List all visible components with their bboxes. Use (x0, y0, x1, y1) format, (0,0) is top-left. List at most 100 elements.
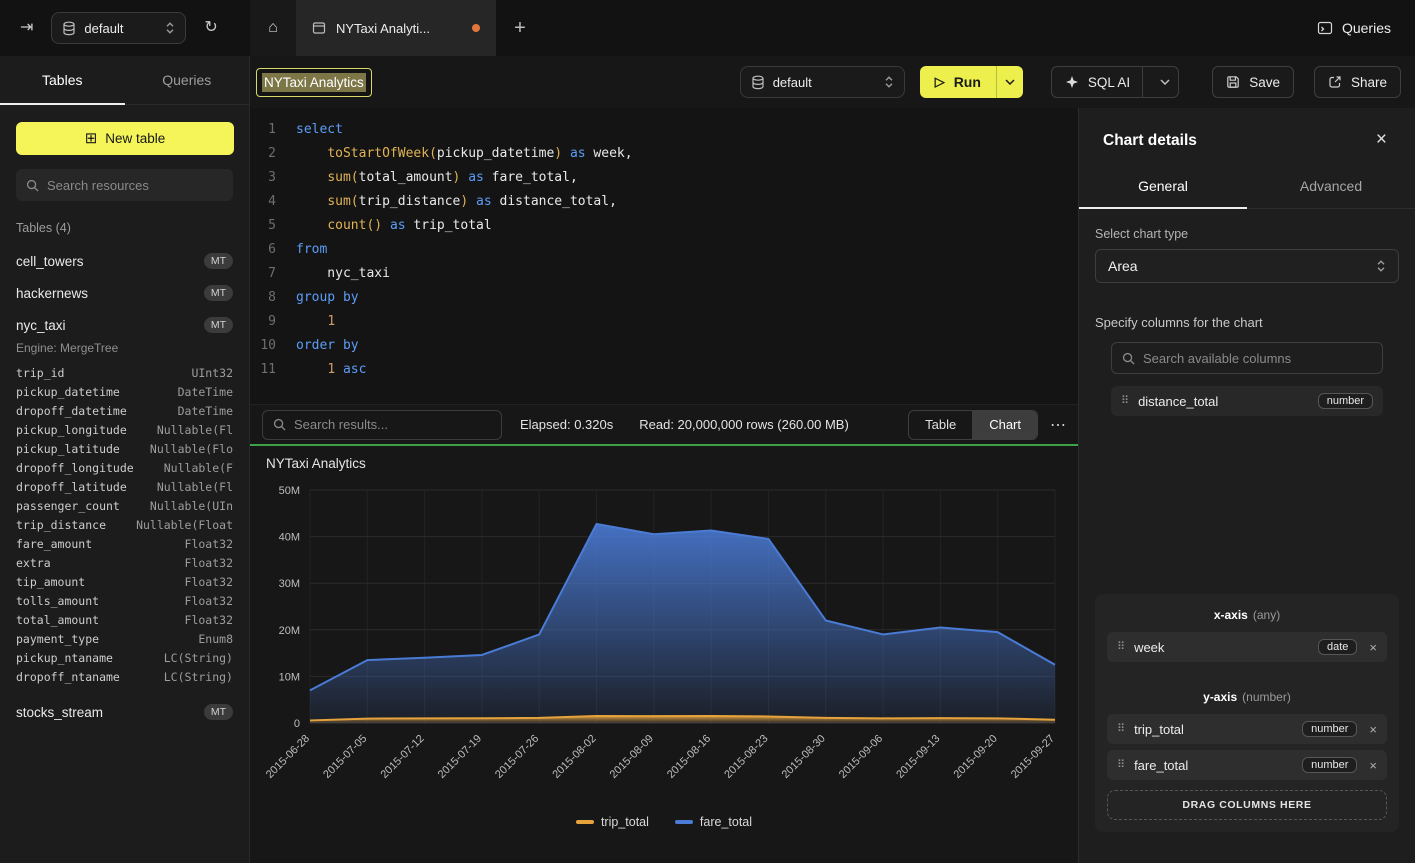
svg-text:2015-08-09: 2015-08-09 (608, 733, 656, 781)
table-column-row[interactable]: passenger_countNullable(UIn (0, 496, 249, 515)
tab-advanced[interactable]: Advanced (1247, 166, 1415, 208)
topbar-database-selector[interactable]: default (51, 12, 186, 44)
x-axis-column-week[interactable]: ⠿ week date × (1107, 632, 1387, 662)
available-column-distance-total[interactable]: ⠿ distance_total number (1111, 386, 1383, 416)
queries-button[interactable]: Queries (1317, 20, 1391, 36)
table-column-row[interactable]: total_amountFloat32 (0, 610, 249, 629)
table-view-button[interactable]: Table (909, 411, 972, 439)
table-column-row[interactable]: dropoff_ntanameLC(String) (0, 667, 249, 686)
query-header: NYTaxi Analytics default ▷ Run SQL A (250, 56, 1415, 108)
save-button[interactable]: Save (1212, 66, 1294, 98)
column-type: LC(String) (164, 670, 233, 684)
updown-chevron-icon (1376, 259, 1386, 273)
drag-handle-icon[interactable]: ⠿ (1121, 396, 1129, 407)
drag-handle-icon[interactable]: ⠿ (1117, 760, 1125, 771)
sql-editor[interactable]: 1select2 toStartOfWeek(pickup_datetime) … (250, 108, 1078, 404)
column-type: LC(String) (164, 651, 233, 665)
sql-ai-options-button[interactable] (1152, 79, 1178, 85)
remove-icon[interactable]: × (1369, 722, 1377, 737)
updown-chevron-icon (165, 21, 175, 35)
sql-ai-label: SQL AI (1088, 75, 1130, 90)
unsaved-changes-dot (472, 24, 480, 32)
chart-type-value: Area (1108, 258, 1138, 274)
home-tab[interactable]: ⌂ (250, 0, 296, 56)
close-icon[interactable]: × (1376, 130, 1387, 149)
tab-general[interactable]: General (1079, 166, 1247, 208)
share-label: Share (1351, 75, 1387, 90)
legend-item-trip_total[interactable]: trip_total (576, 815, 649, 829)
new-tab-button[interactable]: + (496, 0, 544, 56)
chart-view-button[interactable]: Chart (972, 411, 1037, 439)
table-column-row[interactable]: trip_distanceNullable(Float (0, 515, 249, 534)
table-column-row[interactable]: pickup_longitudeNullable(Fl (0, 420, 249, 439)
svg-text:2015-07-05: 2015-07-05 (321, 733, 369, 781)
query-title-input[interactable]: NYTaxi Analytics (256, 68, 372, 97)
drop-zone[interactable]: DRAG COLUMNS HERE (1107, 790, 1387, 820)
svg-text:2015-08-30: 2015-08-30 (780, 733, 828, 781)
legend-label: trip_total (601, 815, 649, 829)
columns-search-input[interactable]: Search available columns (1111, 342, 1383, 374)
refresh-icon[interactable]: ↻ (204, 20, 217, 36)
header-database-selector[interactable]: default (740, 66, 905, 98)
svg-text:2015-09-20: 2015-09-20 (952, 733, 1000, 781)
search-icon (273, 418, 286, 431)
type-badge: number (1318, 393, 1373, 409)
elapsed-stat: Elapsed: 0.320s (520, 417, 613, 432)
table-item-cell-towers[interactable]: cell_towers MT (0, 245, 249, 277)
table-column-row[interactable]: tip_amountFloat32 (0, 572, 249, 591)
drag-handle-icon[interactable]: ⠿ (1117, 724, 1125, 735)
table-column-row[interactable]: pickup_ntanameLC(String) (0, 648, 249, 667)
code-line: 11 1 asc (250, 358, 1078, 382)
table-column-row[interactable]: trip_idUInt32 (0, 363, 249, 382)
y-axis-column-trip-total[interactable]: ⠿ trip_total number × (1107, 714, 1387, 744)
table-column-row[interactable]: payment_typeEnum8 (0, 629, 249, 648)
table-column-row[interactable]: pickup_datetimeDateTime (0, 382, 249, 401)
tab-nytaxi-analytics[interactable]: NYTaxi Analyti... (296, 0, 496, 56)
table-column-row[interactable]: pickup_latitudeNullable(Flo (0, 439, 249, 458)
engine-badge: MT (204, 317, 233, 333)
home-icon: ⌂ (268, 19, 278, 37)
area-chart[interactable]: 2015-06-282015-07-052015-07-122015-07-19… (250, 446, 1078, 863)
run-options-button[interactable] (997, 66, 1023, 98)
table-column-row[interactable]: dropoff_longitudeNullable(F (0, 458, 249, 477)
code-line: 8group by (250, 286, 1078, 310)
results-toolbar: Search results... Elapsed: 0.320s Read: … (250, 404, 1078, 444)
y-axis-column-fare-total[interactable]: ⠿ fare_total number × (1107, 750, 1387, 780)
legend-item-fare_total[interactable]: fare_total (675, 815, 752, 829)
line-number: 2 (250, 142, 276, 166)
table-column-row[interactable]: dropoff_datetimeDateTime (0, 401, 249, 420)
share-button[interactable]: Share (1314, 66, 1401, 98)
table-item-hackernews[interactable]: hackernews MT (0, 277, 249, 309)
remove-icon[interactable]: × (1369, 640, 1377, 655)
new-table-button[interactable]: ⊞ New table (16, 122, 234, 155)
save-icon (1226, 75, 1240, 89)
column-name: pickup_latitude (16, 442, 120, 456)
table-item-stocks-stream[interactable]: stocks_stream MT (0, 696, 249, 728)
chart-panel: NYTaxi Analytics 2015-06-282015-07-05201… (250, 446, 1078, 863)
chart-legend: trip_total fare_total (250, 815, 1078, 829)
sidebar-tab-tables[interactable]: Tables (0, 56, 125, 104)
table-column-row[interactable]: tolls_amountFloat32 (0, 591, 249, 610)
table-column-row[interactable]: fare_amountFloat32 (0, 534, 249, 553)
drag-handle-icon[interactable]: ⠿ (1117, 642, 1125, 653)
more-options-icon[interactable]: ⋯ (1050, 415, 1066, 435)
results-search-input[interactable]: Search results... (262, 410, 502, 440)
line-number: 7 (250, 262, 276, 286)
run-button[interactable]: ▷ Run (920, 66, 1023, 98)
chevron-down-icon (1160, 79, 1170, 85)
sidebar-tab-queries[interactable]: Queries (125, 56, 250, 104)
column-type: Float32 (185, 556, 233, 570)
chart-type-selector[interactable]: Area (1095, 249, 1399, 283)
axis-config-card: x-axis(any) ⠿ week date × y-axis(number)… (1095, 594, 1399, 832)
run-button-main[interactable]: ▷ Run (920, 74, 996, 90)
sidebar-search-input[interactable]: Search resources (16, 169, 233, 201)
table-item-nyc-taxi[interactable]: nyc_taxi MT (0, 309, 249, 341)
type-badge: number (1302, 757, 1357, 773)
remove-icon[interactable]: × (1369, 758, 1377, 773)
sql-ai-button[interactable]: SQL AI (1051, 66, 1179, 98)
collapse-sidebar-icon[interactable]: ⇥ (20, 20, 33, 36)
column-name: extra (16, 556, 51, 570)
table-column-row[interactable]: dropoff_latitudeNullable(Fl (0, 477, 249, 496)
sql-ai-divider (1142, 66, 1143, 98)
table-column-row[interactable]: extra Float32 (0, 553, 249, 572)
